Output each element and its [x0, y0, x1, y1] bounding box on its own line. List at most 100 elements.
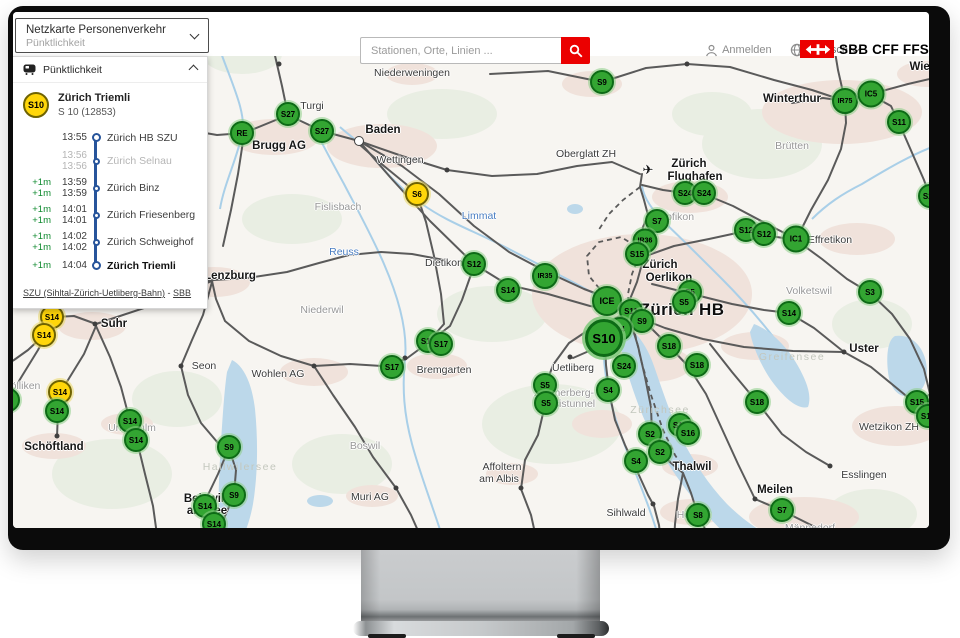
line-badge-ir35[interactable]: IR35 [532, 263, 558, 289]
panel-footer: SZU (Sihltal-Zürich-Uetliberg-Bahn) - SB… [13, 280, 207, 308]
line-badge-s12[interactable]: S12 [752, 222, 776, 246]
line-badge-s16[interactable]: S16 [676, 421, 700, 445]
layer-dropdown[interactable]: Netzkarte Personenverkehr Pünktlichkeit [15, 18, 209, 53]
chevron-up-icon[interactable] [189, 65, 199, 75]
station-marker[interactable] [519, 486, 524, 491]
line-badge-s2[interactable]: S2 [648, 440, 672, 464]
line-badge-re[interactable]: RE [230, 121, 254, 145]
line-badge-s18[interactable]: S18 [745, 390, 769, 414]
stop-row[interactable]: +1m+1m14:0214:02Zürich Schweighof [19, 231, 201, 253]
station-marker[interactable] [55, 434, 60, 439]
map-label: Limmat [462, 210, 496, 222]
line-badge-s8[interactable]: S8 [686, 503, 710, 527]
map-label: Kölliken [13, 380, 40, 392]
station-marker[interactable] [93, 322, 98, 327]
stop-delay: +1m+1m [19, 204, 51, 226]
line-badge-s17[interactable]: S17 [429, 332, 453, 356]
timeline-stop-dot [93, 239, 100, 246]
stop-row[interactable]: +1m+1m14:0114:01Zürich Friesenberg [19, 204, 201, 226]
map-label: Flughafen [668, 171, 723, 183]
map-label: am Albis [479, 473, 519, 485]
line-badge-s24[interactable]: S24 [692, 181, 716, 205]
map-label: Schöftland [24, 441, 83, 453]
line-badge-ir75[interactable]: IR75 [832, 88, 858, 114]
station-marker[interactable] [179, 364, 184, 369]
stop-time: 13:55 [51, 132, 87, 143]
line-badge-s10[interactable]: S10 [585, 319, 623, 357]
line-badge-ic5[interactable]: IC5 [858, 81, 885, 108]
line-badge-s27[interactable]: S27 [276, 102, 300, 126]
timeline-stop-dot [92, 261, 101, 270]
line-badge-s24[interactable]: S24 [612, 354, 636, 378]
footer-link-0[interactable]: SZU (Sihltal-Zürich-Uetliberg-Bahn) [23, 288, 165, 298]
station-marker[interactable] [753, 497, 758, 502]
station-marker[interactable] [828, 464, 833, 469]
station-marker[interactable] [568, 355, 573, 360]
map-label: Sihlwald [606, 507, 645, 519]
line-badge-s5[interactable]: S5 [534, 391, 558, 415]
line-badge-ic1[interactable]: IC1 [783, 226, 810, 253]
stop-row[interactable]: 13:55Zürich HB SZU [19, 130, 201, 145]
line-badge-s5[interactable]: S5 [672, 290, 696, 314]
station-marker[interactable] [403, 356, 408, 361]
stop-delay: +1m [19, 260, 51, 271]
stop-time: 14:0114:01 [51, 204, 87, 226]
line-badge-s15[interactable]: S15 [625, 242, 649, 266]
stop-row[interactable]: 13:5613:56Zürich Selnau [19, 150, 201, 172]
line-badge-s9[interactable]: S9 [217, 435, 241, 459]
stop-delay: +1m+1m [19, 177, 51, 199]
line-badge-s14[interactable]: S14 [124, 428, 148, 452]
line-badge-s4[interactable]: S4 [624, 449, 648, 473]
station-marker[interactable] [685, 62, 690, 67]
line-badge-s11[interactable]: S11 [887, 110, 911, 134]
timeline-stop-dot [92, 133, 101, 142]
stop-time: 13:5913:59 [51, 177, 87, 199]
line-badge-s27[interactable]: S27 [310, 119, 334, 143]
map-label: Winterthur [763, 93, 821, 105]
map-label: Volketswil [786, 285, 832, 297]
map-label: Affoltern [483, 461, 522, 473]
line-badge-s14[interactable]: S14 [496, 278, 520, 302]
line-badge-s9[interactable]: S9 [630, 309, 654, 333]
map-label: Lenzburg [204, 270, 256, 282]
map-label: Brütten [775, 140, 809, 152]
station-marker[interactable] [842, 350, 847, 355]
sbb-logo[interactable]: SBB CFF FFS [800, 40, 929, 58]
line-badge-s14[interactable]: S14 [777, 301, 801, 325]
station-marker[interactable] [394, 486, 399, 491]
line-badge-s6[interactable]: S6 [405, 182, 429, 206]
station-marker[interactable] [354, 136, 364, 146]
layer-dropdown-title: Netzkarte Personenverkehr [26, 24, 166, 36]
login-link[interactable]: Anmelden [705, 44, 772, 57]
line-badge-s18[interactable]: S18 [657, 334, 681, 358]
station-marker[interactable] [445, 168, 450, 173]
line-badge-s9[interactable]: S9 [590, 70, 614, 94]
line-badge-s9[interactable]: S9 [222, 483, 246, 507]
map-label: Effretikon [808, 234, 852, 246]
station-marker[interactable] [651, 502, 656, 507]
map-label: Boswil [350, 440, 380, 452]
line-badge-s18[interactable]: S18 [685, 353, 709, 377]
map-label: Hallwilersee [203, 461, 278, 473]
search-button[interactable] [561, 37, 590, 64]
panel-header[interactable]: Pünktlichkeit [13, 57, 207, 83]
line-badge-s17[interactable]: S17 [380, 355, 404, 379]
search-input[interactable] [360, 37, 561, 64]
station-marker[interactable] [312, 364, 317, 369]
line-badge-s12[interactable]: S12 [462, 252, 486, 276]
line-badge-s14[interactable]: S14 [45, 399, 69, 423]
line-badge-s7[interactable]: S7 [770, 498, 794, 522]
line-badge-s3[interactable]: S3 [858, 280, 882, 304]
map-label: Turgi [300, 100, 324, 112]
station-search [360, 37, 590, 64]
line-badge-s4[interactable]: S4 [596, 378, 620, 402]
line-badge-ice[interactable]: ICE [592, 286, 622, 316]
footer-link-1[interactable]: SBB [173, 288, 191, 298]
screen-content: NiederweningenTurgiBadenBrugg AGWettinge… [13, 12, 929, 528]
map-label: Esslingen [841, 469, 887, 481]
stop-row[interactable]: +1m14:04Zürich Triemli [19, 258, 201, 273]
map-label: Wiesendangen [909, 61, 929, 73]
station-marker[interactable] [277, 62, 282, 67]
stop-row[interactable]: +1m+1m13:5913:59Zürich Binz [19, 177, 201, 199]
line-badge-s14[interactable]: S14 [32, 323, 56, 347]
